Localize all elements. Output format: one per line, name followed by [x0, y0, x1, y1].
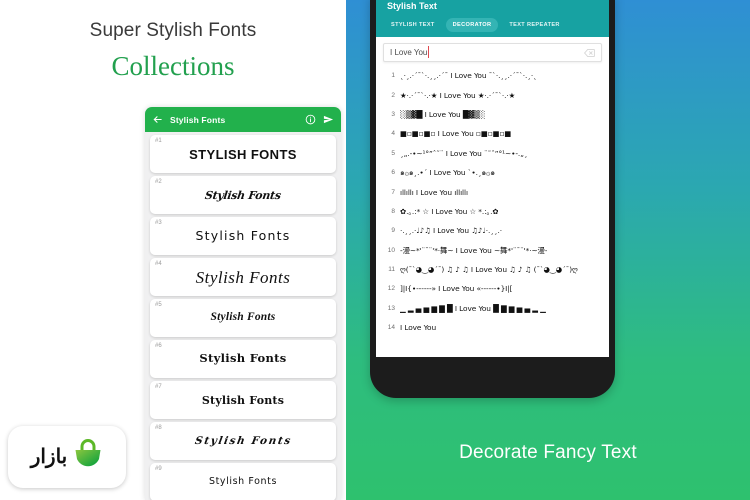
bazaar-store-badge[interactable]: بازار	[8, 426, 126, 488]
stylish-text-appbar: Stylish Text STYLISH TEXT DECORATOR TEXT…	[376, 0, 609, 37]
list-item[interactable]: 6 ๑۞๑¸.•´ I Love You `•.¸๑۞๑	[376, 163, 609, 182]
left-phone-mockup: Stylish Fonts #1 STYLISH FONTS #2 Stylis…	[145, 107, 341, 500]
row-index: 11	[388, 266, 395, 274]
list-item[interactable]: #3 Stylish Fonts	[150, 217, 336, 255]
list-item[interactable]: #1 STYLISH FONTS	[150, 135, 336, 173]
back-arrow-icon[interactable]	[152, 114, 163, 125]
tab-stylish-text[interactable]: STYLISH TEXT	[384, 18, 442, 32]
row-index: 6	[391, 169, 395, 177]
list-item[interactable]: 9 ·.¸¸.·♩♪♫ I Love You ♫♪♩·.¸¸.·	[376, 221, 609, 240]
row-index: 4	[391, 130, 395, 138]
item-number: #3	[155, 220, 162, 226]
list-item[interactable]: 4 ■▫■▫■▫ I Love You ▫■▫■▫■	[376, 124, 609, 143]
left-promo-panel: Super Stylish Fonts Collections Stylish …	[0, 0, 346, 500]
row-index: 3	[391, 110, 395, 118]
text-input-row[interactable]: I Love You	[383, 43, 602, 62]
font-sample: Stylish Fonts	[210, 311, 276, 324]
send-icon[interactable]	[323, 114, 334, 125]
list-item[interactable]: 3 ░▒▓█ I Love You █▓▒░	[376, 105, 609, 124]
decorated-text: ღ(¯`◕‿◕´¯) ♫ ♪ ♫ I Love You ♫ ♪ ♫ (¯`◕‿◕…	[400, 265, 578, 275]
item-number: #1	[155, 138, 162, 144]
text-input[interactable]: I Love You	[390, 46, 584, 58]
decorated-text: ▁ ▂ ▄ ▅ ▆ ▇ █ I Love You █ ▇ ▆ ▅ ▄ ▂ ▁	[400, 303, 546, 313]
row-index: 2	[391, 91, 395, 99]
row-index: 7	[391, 188, 395, 196]
bazaar-wordmark: بازار	[30, 446, 68, 468]
decorated-text: ]|I{•------» I Love You «------•}I|[	[400, 284, 513, 294]
right-promo-panel: Stylish Text STYLISH TEXT DECORATOR TEXT…	[346, 0, 750, 500]
decorated-text: ░▒▓█ I Love You █▓▒░	[400, 109, 486, 119]
headline-block: Super Stylish Fonts Collections	[0, 20, 346, 82]
item-number: #4	[155, 261, 162, 267]
decorated-text: ·.¸¸.·♩♪♫ I Love You ♫♪♩·.¸¸.·	[400, 226, 502, 236]
list-item[interactable]: 1 ˛·¸.·´¯`·.¸¸.·´¯ I Love You ¯`·.¸¸.·´¯…	[376, 66, 609, 85]
list-item[interactable]: 14 I Love You	[376, 318, 609, 337]
shopping-bag-icon	[73, 438, 103, 476]
item-number: #6	[155, 343, 162, 349]
item-number: #8	[155, 425, 162, 431]
list-item[interactable]: 11 ღ(¯`◕‿◕´¯) ♫ ♪ ♫ I Love You ♫ ♪ ♫ (¯`…	[376, 260, 609, 279]
decorated-text: ıllıllı I Love You ıllıllı	[400, 187, 468, 197]
row-index: 13	[387, 304, 395, 312]
font-list[interactable]: #1 STYLISH FONTS #2 Stylish Fonts #3 Sty…	[145, 132, 341, 500]
list-item[interactable]: 13 ▁ ▂ ▄ ▅ ▆ ▇ █ I Love You █ ▇ ▆ ▅ ▄ ▂ …	[376, 299, 609, 318]
decorated-text: ๑۞๑¸.•´ I Love You `•.¸๑۞๑	[400, 167, 495, 177]
backspace-clear-icon[interactable]	[584, 48, 595, 57]
item-number: #5	[155, 302, 162, 308]
row-index: 12	[387, 285, 395, 293]
headline-primary: Super Stylish Fonts	[89, 20, 257, 41]
list-item[interactable]: 5 ¸„.-•~¹°”ˆ˜¨ I Love You ¨˜ˆ”°¹~•-.„¸	[376, 144, 609, 163]
list-item[interactable]: #9 Stylish Fonts	[150, 463, 336, 500]
decorated-text: I Love You	[400, 323, 437, 333]
row-index: 1	[391, 72, 395, 80]
list-item[interactable]: 8 ✿.｡.:* ☆ I Love You ☆ *.:｡.✿	[376, 202, 609, 221]
tab-decorator[interactable]: DECORATOR	[445, 18, 499, 32]
list-item[interactable]: 7 ıllıllı I Love You ıllıllı	[376, 182, 609, 201]
stylish-fonts-appbar: Stylish Fonts	[145, 107, 341, 132]
decorated-text: -漫~*'¨¯¨'*·舞~ I Love You ~舞*'¨¯¨'*·~漫-	[400, 245, 548, 255]
tab-text-repeater[interactable]: TEXT REPEATER	[502, 18, 566, 32]
row-index: 9	[391, 227, 395, 235]
row-index: 5	[391, 149, 395, 157]
tab-bar[interactable]: STYLISH TEXT DECORATOR TEXT REPEATER	[376, 18, 609, 37]
list-item[interactable]: #4 Stylish Fonts	[150, 258, 336, 296]
list-item[interactable]: #5 Stylish Fonts	[150, 299, 336, 337]
font-sample: Stylish Fonts	[195, 227, 291, 243]
font-sample: Stylish Fonts	[201, 393, 285, 407]
page-title: Stylish Text	[387, 1, 437, 11]
font-sample: Stylish Fonts	[195, 267, 291, 287]
font-sample: Stylish Fonts	[204, 188, 282, 202]
item-number: #7	[155, 384, 162, 390]
promo-caption: Decorate Fancy Text	[459, 442, 637, 463]
row-index: 10	[387, 246, 395, 254]
list-item[interactable]: #6 Stylish Fonts	[150, 340, 336, 378]
font-sample: Stylish Fonts	[199, 351, 287, 366]
decorated-text: ¸„.-•~¹°”ˆ˜¨ I Love You ¨˜ˆ”°¹~•-.„¸	[400, 148, 528, 158]
right-phone-mockup: Stylish Text STYLISH TEXT DECORATOR TEXT…	[370, 0, 615, 398]
row-index: 8	[391, 207, 395, 215]
list-item[interactable]: #2 Stylish Fonts	[150, 176, 336, 214]
info-icon[interactable]	[305, 114, 316, 125]
list-item[interactable]: 12 ]|I{•------» I Love You «------•}I|[	[376, 279, 609, 298]
list-item[interactable]: 10 -漫~*'¨¯¨'*·舞~ I Love You ~舞*'¨¯¨'*·~漫…	[376, 241, 609, 260]
item-number: #9	[155, 466, 162, 472]
decorated-text: ✿.｡.:* ☆ I Love You ☆ *.:｡.✿	[400, 206, 499, 216]
list-item[interactable]: 2 ★·.·´¯`·.·★ I Love You ★·.·´¯`·.·★	[376, 85, 609, 104]
item-number: #2	[155, 179, 162, 185]
font-sample: STYLISH FONTS	[189, 146, 297, 162]
decorated-text: ■▫■▫■▫ I Love You ▫■▫■▫■	[400, 129, 512, 139]
decoration-list[interactable]: 1 ˛·¸.·´¯`·.¸¸.·´¯ I Love You ¯`·.¸¸.·´¯…	[376, 64, 609, 337]
list-item[interactable]: #8 Stylish Fonts	[150, 422, 336, 460]
font-sample: Stylish Fonts	[208, 476, 278, 488]
headline-secondary: Collections	[111, 51, 235, 81]
decorated-text: ★·.·´¯`·.·★ I Love You ★·.·´¯`·.·★	[400, 90, 516, 100]
stylish-text-screen: Stylish Text STYLISH TEXT DECORATOR TEXT…	[376, 0, 609, 357]
list-item[interactable]: #7 Stylish Fonts	[150, 381, 336, 419]
promo-screenshot: Super Stylish Fonts Collections Stylish …	[0, 0, 750, 500]
appbar-title: Stylish Fonts	[170, 114, 226, 125]
decorated-text: ˛·¸.·´¯`·.¸¸.·´¯ I Love You ¯`·.¸¸.·´¯`·…	[400, 71, 537, 81]
font-sample: Stylish Fonts	[193, 434, 293, 447]
row-index: 14	[387, 324, 395, 332]
